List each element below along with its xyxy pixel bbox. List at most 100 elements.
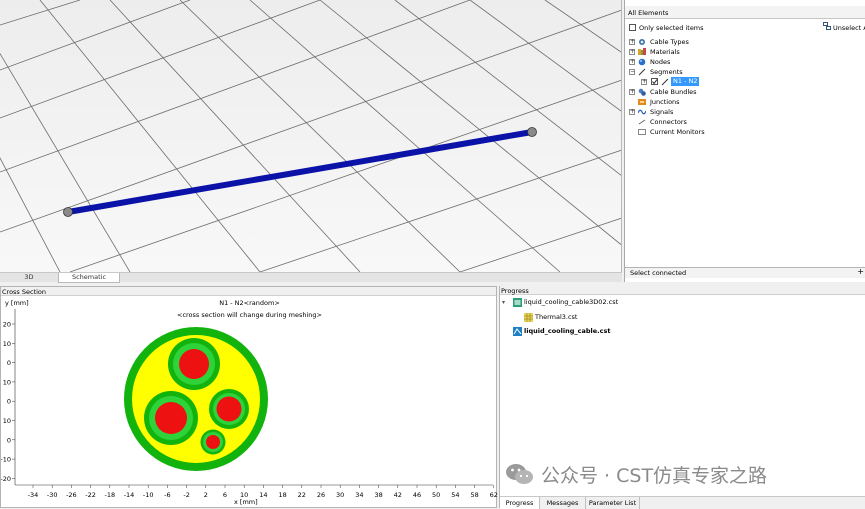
- plus-icon[interactable]: +: [857, 267, 864, 276]
- tree-footer: Select connected +: [625, 267, 865, 278]
- tree-item-label: Cable Bundles: [650, 88, 697, 96]
- 3d-viewport[interactable]: [0, 0, 622, 272]
- tree-item-segments[interactable]: − Segments: [625, 67, 865, 77]
- tree-header: All Elements: [625, 6, 865, 19]
- x-tick-label: 38: [374, 491, 382, 499]
- junctions-icon: [638, 99, 646, 105]
- watermark: 公众号 · CST仿真专家之路: [505, 460, 767, 488]
- y-ticks: 20 10 0 10 0 10 0 -10 -20: [1, 321, 15, 483]
- thermal-grid-icon: [524, 313, 533, 322]
- watermark-text: 公众号 · CST仿真专家之路: [541, 464, 768, 487]
- y-tick-label: 10: [3, 378, 11, 386]
- cst-project-icon: [513, 298, 522, 307]
- tree-item-cable-types[interactable]: + Cable Types: [625, 37, 865, 47]
- x-tick-label: 2: [204, 491, 208, 499]
- cross-section-panel: Cross Section y [mm] N1 - N2<random> <cr…: [0, 286, 498, 509]
- only-selected-checkbox[interactable]: [629, 24, 636, 31]
- core-4-conductor: [206, 435, 220, 449]
- collapse-icon[interactable]: −: [629, 69, 635, 75]
- expand-icon[interactable]: +: [629, 89, 635, 95]
- ground-grid: [0, 0, 621, 272]
- expand-icon[interactable]: +: [629, 39, 635, 45]
- x-tick-label: -2: [183, 491, 189, 499]
- x-tick-label: -6: [164, 491, 170, 499]
- y-tick-label: 20: [3, 321, 11, 329]
- x-tick-label: 22: [298, 491, 306, 499]
- tree-item-label: Materials: [650, 48, 680, 56]
- signals-icon: [638, 109, 646, 115]
- tree-item-label: Connectors: [650, 118, 687, 126]
- x-tick-label: 42: [394, 491, 402, 499]
- tree-item-label: Segments: [650, 68, 683, 76]
- segments-icon: [638, 68, 646, 76]
- cross-section-plot[interactable]: 20100100100-10-20 -34 -30 -26 -22 -18 -14 -10-…: [1, 287, 498, 509]
- tab-progress[interactable]: Progress: [500, 497, 540, 509]
- view-tabs: 3D Schematic: [0, 272, 622, 283]
- tree-item-signals[interactable]: + Signals: [625, 107, 865, 117]
- segment-line-icon: [661, 78, 669, 86]
- x-axis-label: x [mm]: [234, 498, 258, 506]
- unselect-icon[interactable]: [823, 22, 831, 31]
- expand-icon[interactable]: +: [641, 79, 647, 85]
- current-monitors-icon: [638, 129, 646, 135]
- tab-schematic[interactable]: Schematic: [58, 273, 120, 283]
- tree-item-materials[interactable]: + Materials: [625, 47, 865, 57]
- expand-icon[interactable]: +: [629, 59, 635, 65]
- core-2-conductor: [155, 402, 187, 434]
- tree-item-n1-n2[interactable]: + N1 - N2: [625, 77, 865, 87]
- node-n2[interactable]: [527, 127, 537, 137]
- tree-item-cable-bundles[interactable]: + Cable Bundles: [625, 87, 865, 97]
- 3d-grid-scene: [0, 0, 621, 272]
- progress-item-label: liquid_cooling_cable.cst: [524, 327, 611, 335]
- progress-panel-title: Progress: [501, 287, 529, 295]
- expand-icon[interactable]: +: [629, 109, 635, 115]
- x-ticks: -34 -30 -26 -22 -18 -14 -10 -6 -2 2 6 10 14 18 22 26 30 3…: [28, 485, 498, 499]
- y-tick-label: 10: [3, 340, 11, 348]
- materials-icon: [638, 48, 646, 55]
- y-tick-label: 0: [7, 436, 11, 444]
- x-tick-label: -26: [66, 491, 77, 499]
- tree-item-junctions[interactable]: Junctions: [625, 97, 865, 107]
- x-tick-label: 14: [259, 491, 267, 499]
- x-tick-label: 62: [490, 491, 498, 499]
- expand-icon[interactable]: +: [629, 49, 635, 55]
- tab-parameter-list[interactable]: Parameter List: [586, 497, 640, 509]
- x-tick-label: 26: [317, 491, 325, 499]
- nodes-icon: [638, 58, 646, 66]
- tree-item-current-monitors[interactable]: Current Monitors: [625, 127, 865, 137]
- x-tick-label: -14: [124, 491, 135, 499]
- cable-types-icon: [639, 39, 645, 45]
- tree-item-label-selected: N1 - N2: [671, 77, 700, 86]
- collapse-arrow-icon[interactable]: ▾: [502, 297, 505, 308]
- tree-item-nodes[interactable]: + Nodes: [625, 57, 865, 67]
- core-1-conductor: [179, 349, 209, 379]
- tab-3d[interactable]: 3D: [0, 273, 58, 283]
- x-tick-label: 58: [470, 491, 478, 499]
- tab-messages[interactable]: Messages: [540, 497, 586, 509]
- tree-header-label: All Elements: [628, 9, 669, 17]
- cst-project-icon: [513, 327, 522, 336]
- tree-item-label: Signals: [650, 108, 674, 116]
- x-tick-label: 54: [451, 491, 459, 499]
- x-tick-label: -18: [104, 491, 115, 499]
- x-tick-label: 18: [278, 491, 286, 499]
- core-3-conductor: [216, 396, 242, 422]
- select-connected-label[interactable]: Select connected: [630, 269, 686, 277]
- cable-segment[interactable]: [67, 129, 533, 215]
- node-n1[interactable]: [63, 207, 73, 217]
- progress-item-label: Thermal3.cst: [535, 313, 578, 321]
- segment-visible-checkbox[interactable]: [651, 78, 658, 85]
- y-tick-label: 0: [7, 359, 11, 367]
- tree-item-label: Current Monitors: [650, 128, 705, 136]
- connectors-icon: [638, 119, 646, 125]
- progress-item-label: liquid_cooling_cable3D02.cst: [524, 298, 619, 306]
- x-tick-label: 6: [223, 491, 227, 499]
- x-tick-label: -22: [85, 491, 96, 499]
- y-tick-label: 0: [7, 398, 11, 406]
- cable-cross-section: [124, 327, 268, 471]
- tree-item-connectors[interactable]: Connectors: [625, 117, 865, 127]
- unselect-all-label[interactable]: Unselect A: [833, 23, 865, 33]
- x-tick-label: 50: [432, 491, 440, 499]
- cable-bundles-icon: [638, 88, 646, 96]
- tree-item-label: Junctions: [650, 98, 680, 106]
